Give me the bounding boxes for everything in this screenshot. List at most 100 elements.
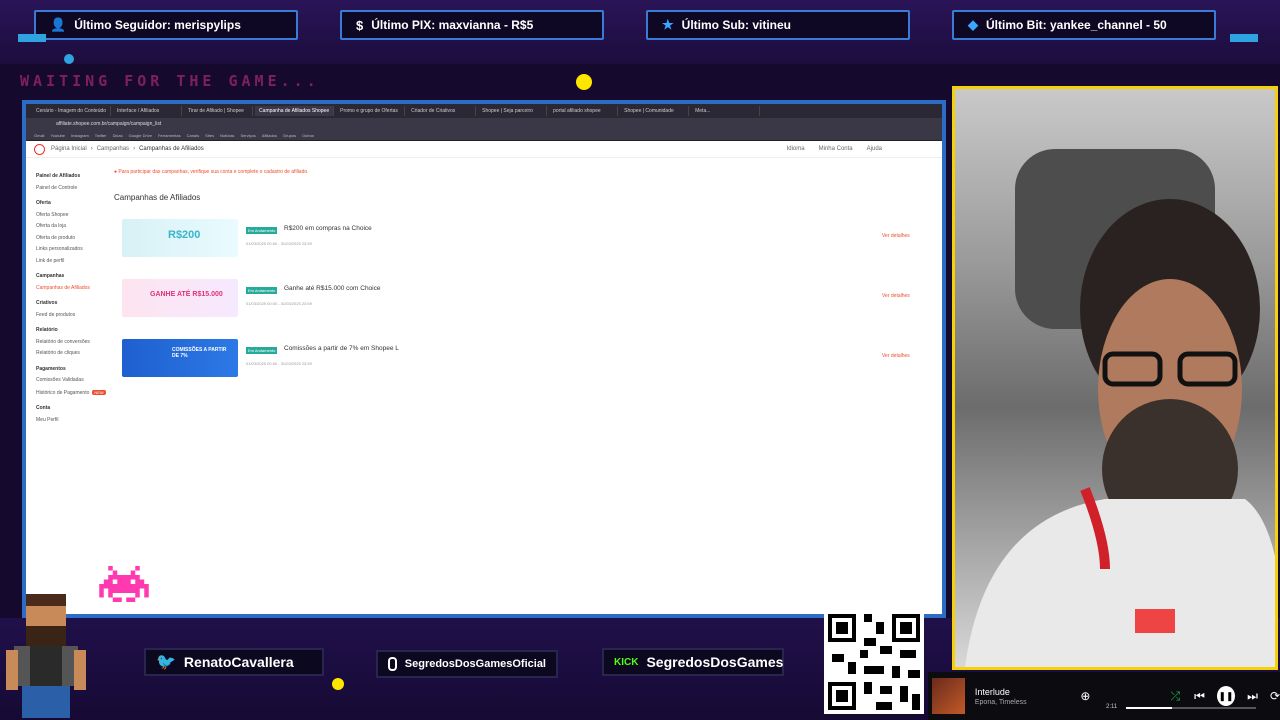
bookmark[interactable]: Afiliados xyxy=(262,133,277,138)
campaign-title[interactable]: Ganhe até R$15.000 com Choice xyxy=(284,285,380,292)
sidebar-group[interactable]: Oferta xyxy=(36,198,106,210)
browser-tab-active[interactable]: Campanha de Afiliados Shopee xyxy=(255,106,335,116)
page-title: Campanhas de Afiliados xyxy=(114,193,201,202)
breadcrumb-item[interactable]: Campanhas xyxy=(97,146,129,152)
pause-button[interactable]: ❚❚ xyxy=(1216,686,1236,706)
sidebar-item[interactable]: Relatório de conversões xyxy=(36,337,106,349)
kick-icon: KICK xyxy=(614,656,639,668)
sidebar-item[interactable]: Relatório de cliques xyxy=(36,348,106,360)
breadcrumb-item[interactable]: Página Inicial xyxy=(51,146,87,152)
space-invader-icon xyxy=(99,566,149,602)
campaign-card[interactable]: GANHE ATÉ R$15.000 Em Andamento Ganhe at… xyxy=(122,279,922,321)
next-icon[interactable]: ⏭ xyxy=(1247,689,1258,704)
pixel-avatar xyxy=(6,594,86,718)
bookmark[interactable]: Google Drive xyxy=(129,133,152,138)
bookmark[interactable]: Canais xyxy=(187,133,199,138)
last-sub-alert: ★ Último Sub: vitineu xyxy=(646,10,910,40)
url-text[interactable]: affiliate.shopee.com.br/campaign/campaig… xyxy=(56,121,161,127)
status-badge: Em Andamento xyxy=(246,287,278,294)
shopee-logo-icon[interactable] xyxy=(34,143,45,155)
sidebar-item[interactable]: Feed de produtos xyxy=(36,310,106,322)
track-title: Interlude xyxy=(974,686,1010,697)
bookmark[interactable]: Gmail xyxy=(34,133,44,138)
campaign-thumbnail[interactable]: R$200 xyxy=(122,219,238,257)
sidebar-item[interactable]: Link de perfil xyxy=(36,256,106,268)
bookmark[interactable]: Twitter xyxy=(95,133,107,138)
sidebar-item[interactable]: Oferta de produto xyxy=(36,233,106,245)
bookmark[interactable]: Grupos xyxy=(283,133,296,138)
browser-tab[interactable]: Criador de Criativos xyxy=(407,106,477,116)
browser-tab[interactable]: portal afiliado shopee xyxy=(549,106,619,116)
campaign-title[interactable]: R$200 em compras na Choice xyxy=(284,225,372,232)
repeat-icon[interactable]: ⟳ xyxy=(1270,689,1280,703)
twitter-icon: 🐦 xyxy=(156,654,176,671)
yellow-ball xyxy=(576,74,592,90)
campaign-card[interactable]: COMISSÕES A PARTIR DE 7% Em Andamento Co… xyxy=(122,339,922,381)
browser-window: Cenário - Imagem do Conteúdo Interface /… xyxy=(22,100,946,618)
sidebar-item[interactable]: Histórico de Pagamento NEW xyxy=(36,387,106,400)
details-link[interactable]: Ver detalhes xyxy=(882,293,910,299)
bookmark[interactable]: Notícias xyxy=(220,133,234,138)
campaign-thumbnail[interactable]: GANHE ATÉ R$15.000 xyxy=(122,279,238,317)
last-bit-alert: ◆ Último Bit: yankee_channel - 50 xyxy=(952,10,1216,40)
status-badge: Em Andamento xyxy=(246,347,278,354)
browser-tab[interactable]: Shopee | Comunidade xyxy=(620,106,690,116)
waiting-text: WAITING FOR THE GAME... xyxy=(20,72,320,90)
track-artist: Epona, Timeless xyxy=(974,698,1027,706)
qr-code-icon xyxy=(828,614,920,710)
bookmark[interactable]: Serviços xyxy=(240,133,255,138)
kick-handle: KICK SegredosDosGames xyxy=(602,648,784,676)
browser-tab[interactable]: Interface / Afiliados xyxy=(113,106,183,116)
add-icon[interactable]: ⊕ xyxy=(1080,689,1090,703)
account-button[interactable]: Minha Conta xyxy=(819,146,853,152)
new-badge: NEW xyxy=(92,389,106,395)
star-icon: ★ xyxy=(662,17,674,32)
browser-tab[interactable]: Promo e grupo de Ofertas xyxy=(336,106,406,116)
previous-icon[interactable]: ⏮ xyxy=(1194,689,1205,704)
sidebar-item[interactable]: Meu Perfil xyxy=(36,415,106,427)
browser-tab[interactable]: Shopee | Seja parceiro xyxy=(478,106,548,116)
sidebar-group[interactable]: Campanhas xyxy=(36,271,106,283)
progress-bar[interactable] xyxy=(1126,707,1256,709)
sidebar-item[interactable]: Oferta da loja xyxy=(36,221,106,233)
sidebar-item[interactable]: Links personalizados xyxy=(36,244,106,256)
language-button[interactable]: Idioma xyxy=(787,146,805,152)
bookmark[interactable]: Dicas xyxy=(113,133,123,138)
status-badge: Em Andamento xyxy=(246,227,278,234)
campaign-dates: 01/03/2025 00:00 - 31/03/2025 23:59 xyxy=(246,301,312,306)
help-button[interactable]: Ajuda xyxy=(867,146,882,152)
sidebar-item[interactable]: Campanhas de Afiliados xyxy=(36,283,106,295)
sidebar-group[interactable]: Pagamentos xyxy=(36,364,106,376)
bookmark[interactable]: Outros xyxy=(302,133,314,138)
sidebar-group[interactable]: Criativos xyxy=(36,298,106,310)
instagram-handle: SegredosDosGamesOficial xyxy=(376,650,558,678)
bookmark[interactable]: Youtube xyxy=(50,133,65,138)
shopee-affiliate-page: Página Inicial › Campanhas › Campanhas d… xyxy=(26,141,942,611)
last-pix-alert: $ Último PIX: maxvianna - R$5 xyxy=(340,10,604,40)
bookmark[interactable]: Ferramentas xyxy=(158,133,181,138)
browser-tab[interactable]: Tirar de Afiliado | Shopee xyxy=(184,106,254,116)
notice-banner: ● Para participar das campanhas, verifiq… xyxy=(114,169,309,175)
campaign-card[interactable]: R$200 Em Andamento R$200 em compras na C… xyxy=(122,219,922,261)
shuffle-icon[interactable]: ⤮ xyxy=(1170,689,1180,704)
details-link[interactable]: Ver detalhes xyxy=(882,353,910,359)
campaign-thumbnail[interactable]: COMISSÕES A PARTIR DE 7% xyxy=(122,339,238,377)
breadcrumb-separator-icon: › xyxy=(133,146,136,152)
browser-tab[interactable]: Meta... xyxy=(691,106,761,116)
sidebar-group[interactable]: Conta xyxy=(36,403,106,415)
bookmark[interactable]: Sites xyxy=(205,133,214,138)
diamond-icon: ◆ xyxy=(968,17,978,32)
sidebar-item[interactable]: Comissões Validadas xyxy=(36,375,106,387)
sidebar-group[interactable]: Painel de Afiliados xyxy=(36,171,106,183)
music-player: Interlude Epona, Timeless ⊕ ⤮ ⏮ ❚❚ ⏭ ⟳ xyxy=(928,672,1280,720)
breadcrumb-current: Campanhas de Afiliados xyxy=(139,146,204,152)
bookmark[interactable]: Instagram xyxy=(71,133,89,138)
sidebar-item[interactable]: Painel de Controle xyxy=(36,183,106,195)
address-bar[interactable]: affiliate.shopee.com.br/campaign/campaig… xyxy=(26,118,942,130)
campaign-title[interactable]: Comissões a partir de 7% em Shopee L xyxy=(284,345,399,352)
sidebar-group[interactable]: Relatório xyxy=(36,325,106,337)
sidebar-item[interactable]: Oferta Shopee xyxy=(36,210,106,222)
browser-tab[interactable]: Cenário - Imagem do Conteúdo xyxy=(32,106,112,116)
bookmarks-bar: Gmail Youtube Instagram Twitter Dicas Go… xyxy=(26,130,942,141)
details-link[interactable]: Ver detalhes xyxy=(882,233,910,239)
